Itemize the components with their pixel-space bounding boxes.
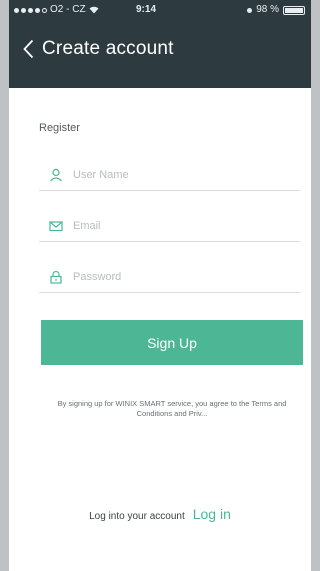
user-icon <box>50 168 62 182</box>
register-label: Register <box>39 122 80 134</box>
envelope-icon <box>49 221 63 232</box>
battery-icon <box>283 5 305 15</box>
username-field <box>39 160 300 191</box>
lock-icon <box>50 270 62 284</box>
sign-up-button[interactable]: Sign Up <box>41 320 303 365</box>
email-field <box>39 211 300 242</box>
status-left: O2 - CZ <box>14 0 99 20</box>
status-time: 9:14 <box>136 4 157 15</box>
chevron-left-icon <box>23 39 34 59</box>
password-input[interactable] <box>73 271 273 283</box>
wifi-icon <box>89 6 99 14</box>
email-input[interactable] <box>73 220 273 232</box>
login-row: Log into your account Log in <box>9 506 311 522</box>
phone-screen: O2 - CZ 9:14 98 % Create account Registe… <box>9 0 311 571</box>
navigation-bar: Create account <box>9 20 311 88</box>
signal-strength-icon <box>14 7 47 13</box>
battery-percent: 98 % <box>256 4 279 15</box>
back-button[interactable]: Create account <box>23 38 174 60</box>
page-title: Create account <box>42 38 174 59</box>
carrier-label: O2 - CZ <box>50 4 86 15</box>
login-prompt: Log into your account <box>89 511 185 522</box>
login-link[interactable]: Log in <box>193 506 231 522</box>
status-right: 98 % <box>247 0 305 20</box>
location-indicator-icon <box>247 7 253 13</box>
username-input[interactable] <box>73 169 273 181</box>
terms-notice[interactable]: By signing up for WINIX SMART service, y… <box>41 399 303 419</box>
status-bar: O2 - CZ 9:14 98 % <box>9 0 311 20</box>
password-field <box>39 262 300 293</box>
